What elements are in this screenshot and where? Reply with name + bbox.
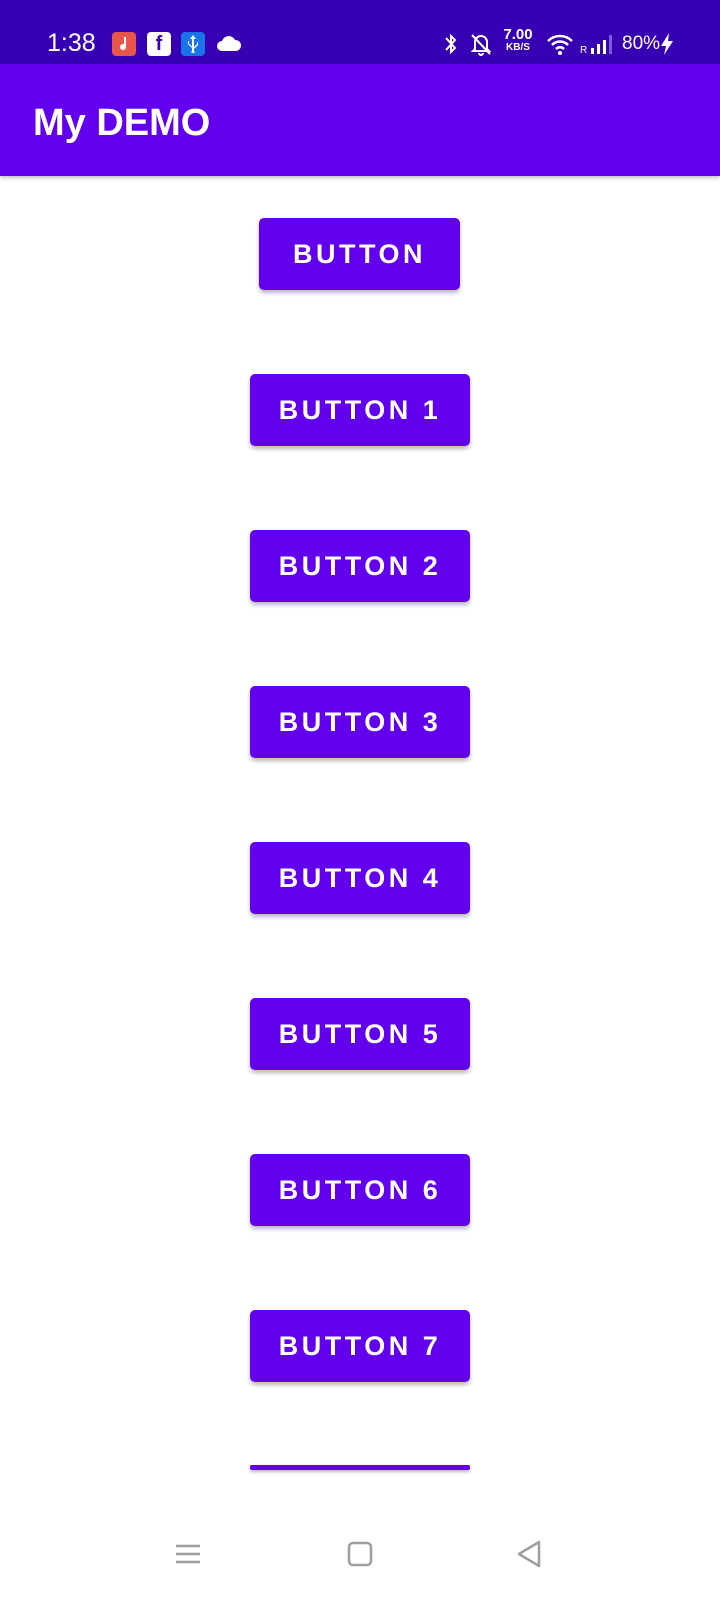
back-icon[interactable]: [512, 1536, 548, 1572]
button-main[interactable]: BUTTON: [259, 218, 460, 290]
button-5[interactable]: BUTTON 5: [250, 998, 470, 1070]
menu-icon[interactable]: [170, 1536, 206, 1572]
app-bar: My DEMO: [0, 64, 720, 176]
wifi-icon: [546, 32, 574, 56]
network-speed-value: 7.00: [503, 26, 533, 43]
button-7[interactable]: BUTTON 7: [250, 1310, 470, 1382]
home-icon[interactable]: [342, 1536, 378, 1572]
cloud-icon: [216, 34, 242, 52]
button-2[interactable]: BUTTON 2: [250, 530, 470, 602]
signal-icon: R: [580, 32, 616, 56]
button-4[interactable]: BUTTON 4: [250, 842, 470, 914]
app-title: My DEMO: [33, 102, 211, 144]
button-6[interactable]: BUTTON 6: [250, 1154, 470, 1226]
charging-icon: [659, 32, 675, 56]
navigation-bar: [0, 1500, 720, 1600]
network-speed: 7.00 KB/S: [500, 26, 536, 54]
button-3[interactable]: BUTTON 3: [250, 686, 470, 758]
music-icon: [112, 32, 136, 56]
bluetooth-icon: [442, 30, 460, 58]
bell-off-icon: [470, 32, 492, 56]
status-time: 1:38: [47, 29, 96, 57]
usb-icon: [181, 32, 205, 56]
status-bar: 1:38 f 7.00 KB/S R 80%: [0, 0, 720, 64]
button-8-partial[interactable]: [250, 1465, 470, 1470]
button-1[interactable]: BUTTON 1: [250, 374, 470, 446]
svg-text:R: R: [580, 45, 587, 56]
facebook-icon: f: [147, 32, 171, 56]
battery-percentage: 80%: [622, 33, 661, 54]
